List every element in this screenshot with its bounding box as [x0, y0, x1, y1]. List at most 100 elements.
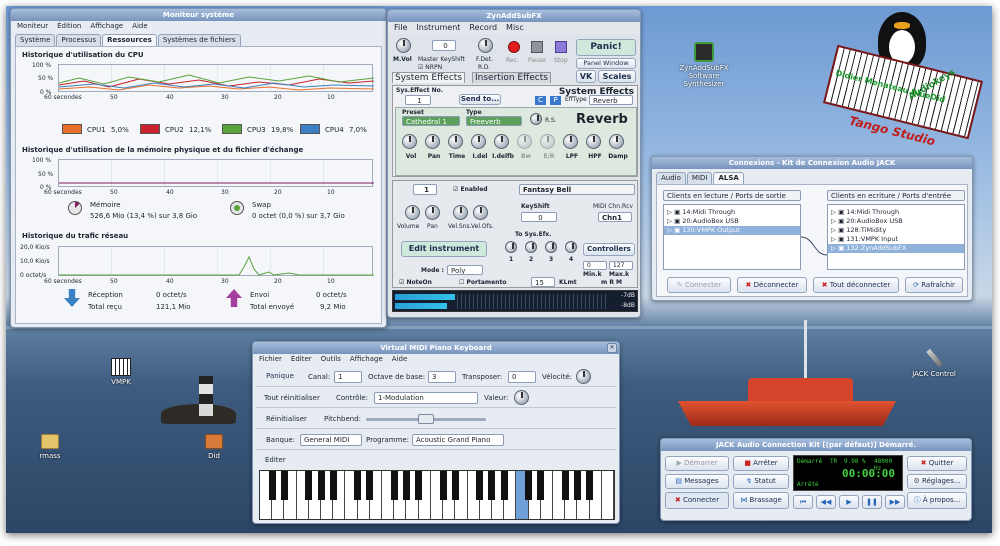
- desktop-icon-vmpk[interactable]: VMPK: [101, 358, 141, 390]
- connect-button[interactable]: ✎ Connecter: [667, 277, 731, 293]
- controle-select[interactable]: 1-Modulation: [374, 392, 478, 404]
- writable-clients-header[interactable]: Clients en ecriture / Ports d'entrée: [827, 190, 965, 201]
- nrpn-checkbox[interactable]: ☑ NRPN: [418, 64, 442, 71]
- menu-editer[interactable]: Éditer: [291, 355, 312, 363]
- black-key[interactable]: [525, 471, 533, 500]
- noteon-checkbox[interactable]: ☑ NoteOn: [399, 279, 432, 286]
- tab-ressources[interactable]: Ressources: [102, 34, 157, 46]
- black-key[interactable]: [500, 471, 508, 500]
- menu-misc[interactable]: Misc: [506, 23, 524, 32]
- record-icon[interactable]: [508, 41, 520, 53]
- stop-button[interactable]: ■ Arrêter: [733, 456, 789, 471]
- pitchbend-slider-handle[interactable]: [418, 414, 434, 424]
- to-sys-efx-knob-4[interactable]: [565, 241, 577, 253]
- menu-aide[interactable]: Aide: [392, 355, 407, 363]
- tab-midi[interactable]: MIDI: [686, 172, 713, 184]
- master-keyshift-value[interactable]: 0: [432, 40, 456, 51]
- preset-select[interactable]: Cathedral 1: [402, 116, 460, 126]
- reverb-knob-8[interactable]: [563, 134, 578, 149]
- vel-ofs-knob[interactable]: [473, 205, 488, 220]
- enabled-checkbox[interactable]: ☑ Enabled: [453, 186, 488, 193]
- part-volume-knob[interactable]: [405, 205, 420, 220]
- desktop-icon-zynaddsubfx[interactable]: ZynAddSubFX Software Synthesizer: [671, 42, 737, 96]
- black-key[interactable]: [268, 471, 276, 500]
- pitchbend-slider[interactable]: [366, 414, 486, 424]
- vk-button[interactable]: VK: [576, 70, 596, 83]
- black-key[interactable]: [488, 471, 496, 500]
- black-key[interactable]: [366, 471, 374, 500]
- send-to-button[interactable]: Send to...: [459, 94, 501, 105]
- copy-button[interactable]: C: [535, 96, 546, 105]
- editer-label[interactable]: Editer: [265, 456, 286, 464]
- reverb-knob-2[interactable]: [425, 134, 440, 149]
- list-item[interactable]: ▷ ▣ 20:AudioBox USB: [664, 217, 800, 226]
- reverb-knob-6[interactable]: [517, 134, 532, 149]
- memory-pie-icon[interactable]: [68, 201, 82, 215]
- start-button[interactable]: ▶ Démarrer: [665, 456, 729, 471]
- canal-spinbox[interactable]: 1: [334, 371, 362, 383]
- menu-record[interactable]: Record: [469, 23, 497, 32]
- desktop-icon-rmass[interactable]: rmass: [32, 434, 68, 466]
- black-key[interactable]: [439, 471, 447, 500]
- swap-pie-icon[interactable]: [230, 201, 244, 215]
- reverb-knob-7[interactable]: [540, 134, 555, 149]
- quit-button[interactable]: ✖ Quitter: [907, 456, 967, 471]
- menu-aide[interactable]: Aide: [132, 22, 147, 30]
- reverb-knob-10[interactable]: [609, 134, 624, 149]
- part-number[interactable]: 1: [413, 184, 437, 195]
- forward-button[interactable]: ▶▶: [885, 495, 905, 509]
- disconnect-button[interactable]: ✖ Déconnecter: [737, 277, 807, 293]
- keyshift-value[interactable]: 0: [521, 212, 557, 222]
- black-key[interactable]: [402, 471, 410, 500]
- refresh-button[interactable]: ⟳ Rafraîchir: [905, 277, 963, 293]
- piano-keyboard[interactable]: [259, 470, 615, 520]
- rewind-button[interactable]: ⏮: [793, 495, 813, 509]
- sys-effect-no-value[interactable]: 1: [405, 95, 431, 105]
- tab-system-effects[interactable]: System Effects: [392, 72, 466, 83]
- banque-select[interactable]: General MIDI: [300, 434, 362, 446]
- controllers-button[interactable]: Controllers: [583, 243, 635, 256]
- type-select[interactable]: Freeverb: [466, 116, 522, 126]
- black-key[interactable]: [586, 471, 594, 500]
- messages-button[interactable]: ▤ Messages: [665, 474, 729, 489]
- stop-icon[interactable]: [555, 41, 567, 53]
- tab-processus[interactable]: Processus: [56, 34, 102, 46]
- black-key[interactable]: [451, 471, 459, 500]
- instrument-name[interactable]: Fantasy Bell: [519, 184, 635, 195]
- play-button[interactable]: ▶: [839, 495, 859, 509]
- desktop-icon-did[interactable]: Did: [196, 434, 232, 466]
- reverb-knob-4[interactable]: [471, 134, 486, 149]
- key-limit-select[interactable]: 15: [531, 277, 555, 287]
- reverb-knob-5[interactable]: [494, 134, 509, 149]
- tab-alsa[interactable]: ALSA: [713, 172, 744, 184]
- disconnect-all-button[interactable]: ✖ Tout déconnecter: [813, 277, 899, 293]
- mode-select[interactable]: Poly: [447, 265, 483, 275]
- cpu1-swatch[interactable]: [62, 124, 82, 134]
- to-sys-efx-knob-3[interactable]: [545, 241, 557, 253]
- panic-button[interactable]: Panic!: [576, 39, 636, 56]
- tab-systeme[interactable]: Système: [15, 34, 56, 46]
- list-item[interactable]: ▷ ▣ 132:ZynAddSubFX: [828, 244, 964, 253]
- setup-button[interactable]: ⚙ Réglages...: [907, 474, 967, 489]
- black-key[interactable]: [390, 471, 398, 500]
- velocity-knob[interactable]: [576, 369, 591, 384]
- panel-window-button[interactable]: Panel Window: [576, 58, 636, 69]
- menu-file[interactable]: File: [394, 23, 407, 32]
- connect-button[interactable]: ✖ Connecter: [665, 492, 729, 509]
- black-key[interactable]: [476, 471, 484, 500]
- black-key[interactable]: [561, 471, 569, 500]
- reverb-knob-9[interactable]: [586, 134, 601, 149]
- octave-spinbox[interactable]: 3: [428, 371, 456, 383]
- black-key[interactable]: [317, 471, 325, 500]
- list-item[interactable]: ▷ ▣ 20:AudioBox USB: [828, 217, 964, 226]
- cpu4-swatch[interactable]: [300, 124, 320, 134]
- black-key[interactable]: [537, 471, 545, 500]
- panic-button[interactable]: Panique: [260, 370, 300, 384]
- menu-instrument[interactable]: Instrument: [416, 23, 460, 32]
- to-sys-efx-knob-2[interactable]: [525, 241, 537, 253]
- black-key[interactable]: [280, 471, 288, 500]
- paste-button[interactable]: P: [550, 96, 561, 105]
- pause-icon[interactable]: [531, 41, 543, 53]
- tab-audio[interactable]: Audio: [656, 172, 686, 184]
- black-key[interactable]: [329, 471, 337, 500]
